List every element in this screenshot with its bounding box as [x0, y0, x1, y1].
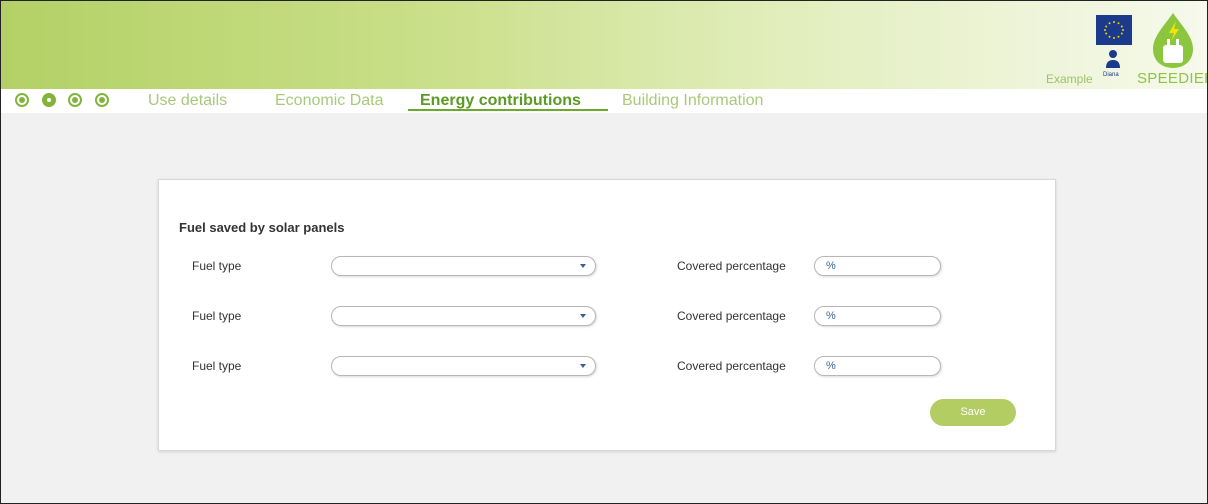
covered-percentage-input[interactable]: % — [814, 356, 941, 376]
form-title: Fuel saved by solar panels — [179, 220, 345, 235]
fuel-row: Fuel type Covered percentage % — [159, 256, 1055, 278]
brand-name: SPEEDIER — [1137, 70, 1208, 87]
percent-placeholder: % — [826, 260, 836, 272]
fuel-row: Fuel type Covered percentage % — [159, 306, 1055, 328]
active-tab-indicator — [408, 109, 608, 111]
speedier-logo-icon — [1149, 11, 1197, 74]
fuel-type-select[interactable] — [331, 306, 596, 326]
target-icon[interactable] — [95, 93, 109, 107]
covered-percentage-input[interactable]: % — [814, 306, 941, 326]
nav-bar: Use details Economic Data Energy contrib… — [1, 89, 1207, 113]
tab-use-details[interactable]: Use details — [148, 92, 227, 110]
fuel-type-select[interactable] — [331, 356, 596, 376]
bulb-icon[interactable] — [68, 93, 82, 107]
tab-energy-contributions[interactable]: Energy contributions — [420, 92, 581, 110]
chevron-down-icon — [580, 264, 586, 268]
fuel-type-label: Fuel type — [192, 259, 242, 273]
fuel-saved-form-card: Fuel saved by solar panels Fuel type Cov… — [158, 179, 1056, 451]
fuel-row: Fuel type Covered percentage % — [159, 356, 1055, 378]
fuel-type-label: Fuel type — [192, 359, 242, 373]
chevron-down-icon — [580, 364, 586, 368]
app-window: Diana Example SPEEDIER Use details Econo… — [0, 0, 1208, 504]
example-label: Example — [1046, 72, 1093, 86]
building-icon[interactable] — [42, 93, 56, 107]
percent-placeholder: % — [826, 310, 836, 322]
eu-flag-icon — [1096, 15, 1132, 45]
percent-placeholder: % — [826, 360, 836, 372]
fuel-type-select[interactable] — [331, 256, 596, 276]
covered-percentage-label: Covered percentage — [677, 259, 786, 273]
user-name: Diana — [1103, 72, 1119, 78]
covered-percentage-label: Covered percentage — [677, 359, 786, 373]
fuel-type-label: Fuel type — [192, 309, 242, 323]
save-button[interactable]: Save — [930, 399, 1016, 426]
covered-percentage-input[interactable]: % — [814, 256, 941, 276]
home-icon[interactable] — [15, 93, 29, 107]
covered-percentage-label: Covered percentage — [677, 309, 786, 323]
header-banner: Diana Example SPEEDIER — [1, 1, 1207, 89]
tab-economic-data[interactable]: Economic Data — [275, 92, 384, 110]
tab-building-information[interactable]: Building Information — [622, 92, 763, 110]
user-icon[interactable] — [1105, 49, 1121, 74]
chevron-down-icon — [580, 314, 586, 318]
